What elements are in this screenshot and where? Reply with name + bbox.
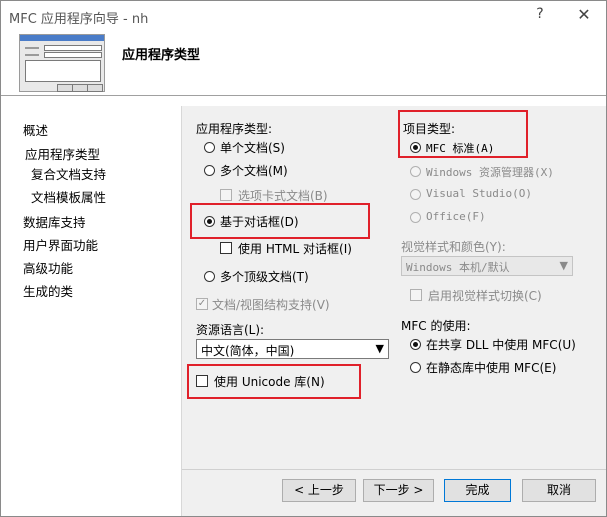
- chevron-down-icon: ▼: [375, 342, 384, 355]
- nav-item-generated-classes[interactable]: 生成的类: [23, 281, 73, 300]
- multi-doc-label: 多个文档(M): [220, 164, 288, 178]
- shared-dll-radio[interactable]: [410, 339, 421, 350]
- visual-style-value: Windows 本机/默认: [406, 261, 510, 274]
- multi-top-radio[interactable]: [204, 271, 215, 282]
- multi-top-label: 多个顶级文档(T): [220, 270, 309, 284]
- static-lib-label: 在静态库中使用 MFC(E): [426, 361, 557, 375]
- footer-divider: [182, 469, 606, 470]
- enable-visual-switch-label: 启用视觉样式切换(C): [428, 289, 542, 303]
- highlight-dialog-based: [190, 203, 370, 239]
- visual-style-select[interactable]: Windows 本机/默认 ▼: [401, 256, 573, 276]
- mfc-wizard-window: MFC 应用程序向导 - nh ? ✕ 应用程序类型 概述 应用程序类型 复合文…: [0, 0, 607, 517]
- mfc-use-label: MFC 的使用:: [401, 319, 471, 333]
- nav-item-compound-document[interactable]: 复合文档支持: [31, 164, 106, 183]
- tabbed-docs-label: 选项卡式文档(B): [238, 189, 328, 203]
- windows-explorer-label: Windows 资源管理器(X): [426, 166, 554, 179]
- enable-visual-switch-checkbox[interactable]: [410, 289, 422, 301]
- chevron-down-icon: ▼: [559, 259, 568, 272]
- office-label: Office(F): [426, 210, 486, 223]
- cancel-button[interactable]: 取消: [522, 479, 596, 502]
- nav-item-overview[interactable]: 概述: [23, 120, 48, 139]
- doc-view-label: 文档/视图结构支持(V): [212, 298, 330, 312]
- use-html-dialog-label: 使用 HTML 对话框(I): [238, 242, 352, 256]
- close-button[interactable]: ✕: [575, 5, 593, 24]
- use-html-dialog-checkbox[interactable]: [220, 242, 232, 254]
- back-button[interactable]: < 上一步: [282, 479, 356, 502]
- doc-view-checkbox[interactable]: ✓: [196, 298, 208, 310]
- next-button[interactable]: 下一步 >: [363, 479, 434, 502]
- nav-item-user-interface[interactable]: 用户界面功能: [23, 235, 98, 254]
- page-title: 应用程序类型: [122, 48, 201, 63]
- resource-language-select[interactable]: 中文(简体，中国) ▼: [196, 339, 389, 359]
- visual-studio-radio[interactable]: [410, 189, 421, 200]
- static-lib-radio[interactable]: [410, 362, 421, 373]
- visual-studio-label: Visual Studio(O): [426, 187, 532, 200]
- finish-button[interactable]: 完成: [444, 479, 511, 502]
- nav-item-application-type[interactable]: 应用程序类型: [25, 144, 100, 163]
- highlight-unicode: [187, 364, 361, 399]
- single-doc-label: 单个文档(S): [220, 141, 285, 155]
- nav-item-database[interactable]: 数据库支持: [23, 212, 86, 231]
- resource-language-value: 中文(简体，中国): [201, 344, 295, 358]
- visual-style-label: 视觉样式和颜色(Y):: [401, 240, 506, 254]
- wizard-preview-image: [19, 34, 105, 92]
- tabbed-docs-checkbox[interactable]: [220, 189, 232, 201]
- mfc-standard-radio[interactable]: [410, 142, 421, 153]
- header-divider: [1, 95, 606, 96]
- mfc-standard-label: MFC 标准(A): [426, 142, 495, 155]
- wizard-header: 应用程序类型: [1, 31, 606, 95]
- office-radio[interactable]: [410, 212, 421, 223]
- nav-item-document-template[interactable]: 文档模板属性: [31, 187, 106, 206]
- window-title: MFC 应用程序向导 - nh: [9, 12, 149, 27]
- nav-item-advanced[interactable]: 高级功能: [23, 258, 73, 277]
- multi-doc-radio[interactable]: [204, 165, 215, 176]
- single-doc-radio[interactable]: [204, 142, 215, 153]
- wizard-nav: 概述 应用程序类型 复合文档支持 文档模板属性 数据库支持 用户界面功能 高级功…: [1, 106, 181, 506]
- help-button[interactable]: ?: [533, 6, 547, 24]
- title-bar: MFC 应用程序向导 - nh ? ✕: [1, 1, 606, 31]
- resource-language-label: 资源语言(L):: [196, 323, 265, 337]
- windows-explorer-radio[interactable]: [410, 166, 421, 177]
- app-type-label: 应用程序类型:: [196, 122, 273, 136]
- shared-dll-label: 在共享 DLL 中使用 MFC(U): [426, 338, 576, 352]
